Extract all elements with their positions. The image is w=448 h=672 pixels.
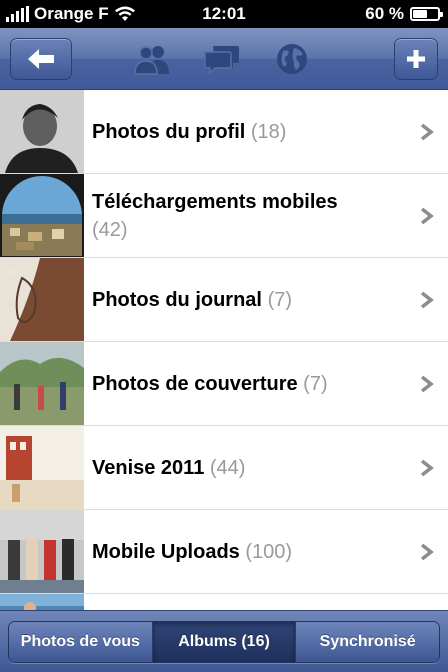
album-thumbnail (0, 174, 84, 257)
nav-bar (0, 28, 448, 90)
chevron-right-icon (420, 459, 434, 476)
album-row[interactable]: SE Photos du journal (7) (0, 258, 448, 342)
status-left: Orange F (6, 4, 136, 24)
tab-photos-de-vous[interactable]: Photos de vous (9, 622, 153, 662)
album-row[interactable]: Mobile Uploads (100) (0, 510, 448, 594)
album-title: Photos du profil (92, 120, 246, 143)
album-thumbnail: SE (0, 258, 84, 341)
svg-text:SE: SE (8, 266, 19, 277)
chevron-right-icon (420, 543, 434, 560)
album-thumbnail (0, 426, 84, 509)
signal-icon (6, 6, 29, 22)
album-label: Mobile Uploads (100) (84, 538, 448, 566)
album-thumbnail (0, 594, 84, 610)
add-button[interactable] (394, 38, 438, 80)
album-label: Téléchargements mobiles (42) (84, 188, 448, 244)
album-row[interactable]: Photos de couverture (7) (0, 342, 448, 426)
album-count: (18) (250, 120, 287, 143)
segmented-control: Photos de vous Albums (16) Synchronisé (8, 621, 440, 663)
album-row-partial[interactable] (0, 594, 448, 610)
album-count: (44) (209, 456, 246, 479)
friends-icon[interactable] (132, 40, 172, 78)
status-bar: Orange F 12:01 60 % (0, 0, 448, 28)
battery-fill (413, 10, 428, 18)
album-row[interactable]: Téléchargements mobiles (42) (0, 174, 448, 258)
album-count: (7) (303, 372, 328, 395)
battery-icon (410, 7, 443, 21)
album-count: (100) (245, 540, 293, 563)
album-title: Venise 2011 (92, 456, 205, 479)
album-thumbnail (0, 510, 84, 593)
album-row[interactable]: Venise 2011 (44) (0, 426, 448, 510)
album-label: Photos de couverture (7) (84, 370, 448, 398)
chevron-right-icon (420, 123, 434, 140)
nav-icons (132, 40, 312, 78)
album-count: (7) (267, 288, 293, 311)
battery-percent: 60 % (365, 4, 404, 23)
album-thumbnail (0, 342, 84, 425)
album-label: Photos du journal (7) (84, 286, 448, 314)
album-thumbnail (0, 90, 84, 173)
album-title: Téléchargements mobiles (92, 190, 338, 213)
album-label: Venise 2011 (44) (84, 454, 448, 482)
messages-icon[interactable] (202, 40, 242, 78)
chevron-right-icon (420, 375, 434, 392)
album-title: Photos du journal (92, 288, 262, 311)
album-label: Photos du profil (18) (84, 118, 448, 146)
tab-albums[interactable]: Albums (16) (152, 622, 297, 662)
carrier-label: Orange F (34, 4, 109, 23)
plus-icon (407, 50, 425, 68)
back-arrow-icon (28, 49, 54, 69)
chevron-right-icon (420, 207, 434, 224)
tab-synchronise[interactable]: Synchronisé (296, 622, 439, 662)
bottom-tab-bar: Photos de vous Albums (16) Synchronisé (0, 610, 448, 672)
wifi-icon (114, 6, 135, 21)
album-title: Mobile Uploads (92, 540, 240, 563)
status-right: 60 % (365, 4, 443, 24)
album-title: Photos de couverture (92, 372, 298, 395)
globe-icon[interactable] (272, 40, 312, 78)
album-row[interactable]: Photos du profil (18) (0, 90, 448, 174)
album-list: Photos du profil (18) Téléchargements mo… (0, 90, 448, 610)
back-button[interactable] (10, 38, 72, 80)
chevron-right-icon (420, 291, 434, 308)
album-count: (42) (92, 218, 128, 241)
